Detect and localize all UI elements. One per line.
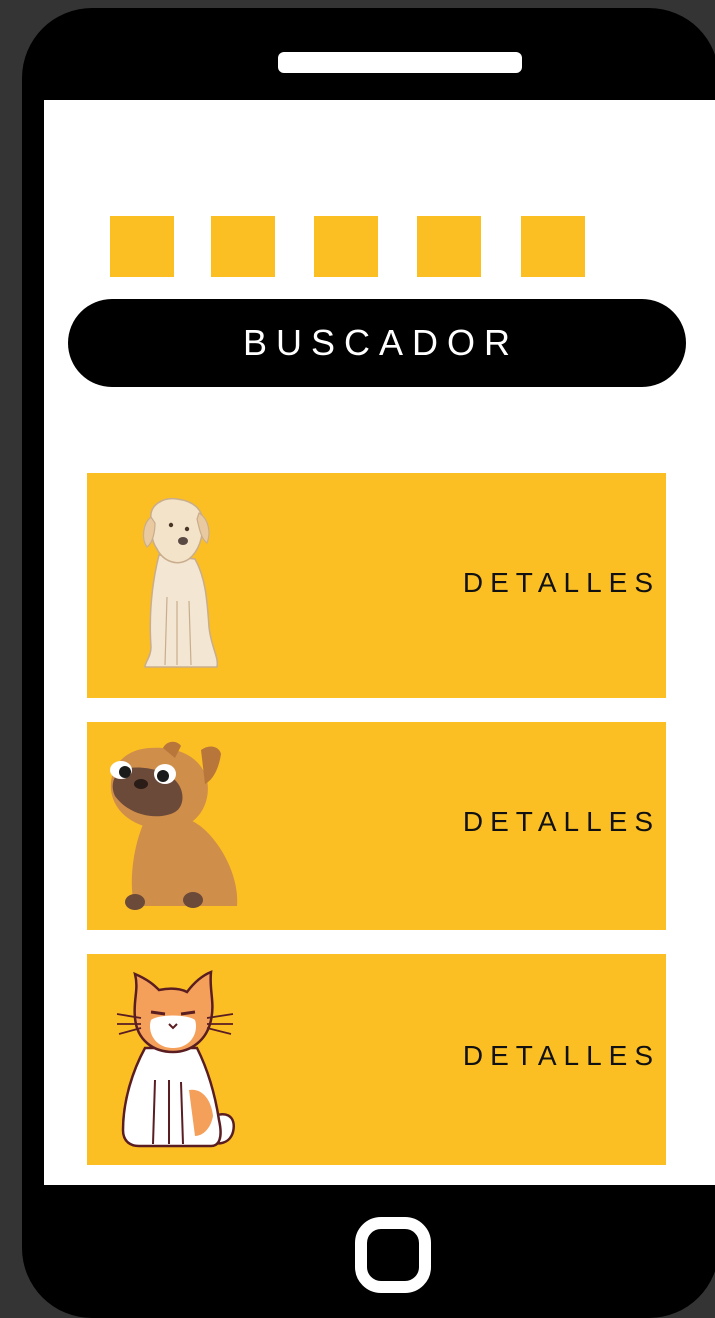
pet-card-1[interactable]: DETALLES [87, 473, 666, 698]
search-label: BUSCADOR [242, 322, 520, 363]
category-square-3[interactable] [314, 216, 378, 277]
category-square-1[interactable] [110, 216, 174, 277]
cat-icon [116, 970, 236, 1148]
category-squares [110, 216, 586, 277]
speaker-slot [278, 52, 522, 73]
category-square-5[interactable] [521, 216, 585, 277]
home-button[interactable] [355, 1217, 431, 1293]
labrador-dog-icon [142, 497, 219, 668]
pet-card-2[interactable]: DETALLES [87, 722, 666, 930]
details-button[interactable]: DETALLES [463, 806, 660, 838]
category-square-2[interactable] [211, 216, 275, 277]
details-button[interactable]: DETALLES [463, 1040, 660, 1072]
pet-card-3[interactable]: DETALLES [87, 954, 666, 1165]
details-button[interactable]: DETALLES [463, 567, 660, 599]
category-square-4[interactable] [417, 216, 481, 277]
search-button[interactable]: BUSCADOR [68, 299, 686, 387]
pug-dog-icon [110, 741, 238, 910]
